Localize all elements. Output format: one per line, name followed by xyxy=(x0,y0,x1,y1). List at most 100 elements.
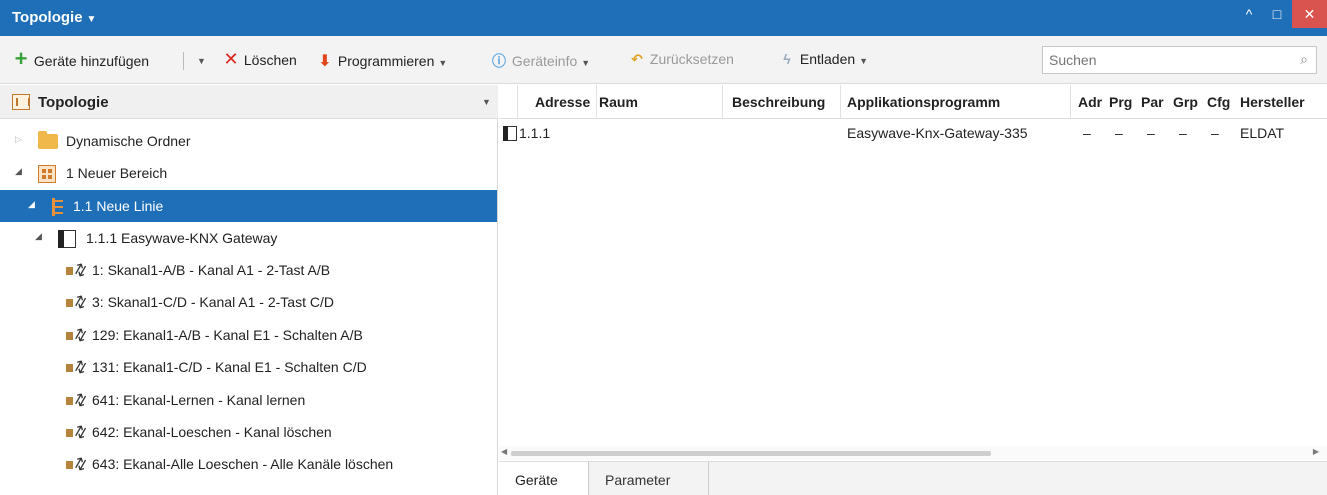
column-header-description[interactable]: Beschreibung xyxy=(732,94,825,110)
panel-title: Topologie xyxy=(12,9,83,26)
delete-x-icon: ✕ xyxy=(223,49,239,69)
column-header-grp[interactable]: Grp xyxy=(1173,94,1198,110)
info-icon: ⓘ xyxy=(492,53,506,69)
cell-address: 1.1.1 xyxy=(519,125,551,141)
tree-item-dynamic-folders[interactable]: ▷ Dynamische Ordner xyxy=(0,125,497,157)
scroll-left-icon[interactable]: ◀ xyxy=(501,447,507,456)
area-icon xyxy=(38,165,56,183)
tree-item-line[interactable]: ◢ 1.1 Neue Linie xyxy=(0,190,497,222)
line-icon xyxy=(52,198,66,216)
topology-panel: Topologie ▼ ▷ Dynamische Ordner ◢ 1 Neue… xyxy=(0,85,498,495)
chevron-down-icon[interactable]: ▼ xyxy=(482,97,491,107)
tree-item-label: 1: Skanal1-A/B - Kanal A1 - 2-Tast A/B xyxy=(92,262,331,278)
collapse-arrow-icon[interactable]: ◢ xyxy=(35,231,42,242)
expand-arrow-icon[interactable]: ▷ xyxy=(15,134,22,145)
reset-label: Zurücksetzen xyxy=(649,51,734,67)
toolbar-divider xyxy=(183,52,184,70)
chevron-down-icon: ▼ xyxy=(859,56,869,66)
maximize-button[interactable]: □ xyxy=(1260,0,1294,28)
tree-item-label: 1.1 Neue Linie xyxy=(73,198,164,214)
title-caret-icon: ▼ xyxy=(86,14,97,25)
cell-cfg: – xyxy=(1211,125,1219,141)
topology-panel-header[interactable]: Topologie ▼ xyxy=(0,85,498,119)
tab-devices[interactable]: Geräte xyxy=(499,462,589,495)
bottom-tabs: Geräte Parameter xyxy=(499,461,1327,495)
chevron-down-icon: ▼ xyxy=(197,56,206,66)
group-object-icon xyxy=(66,327,88,345)
table-row[interactable]: 1.1.1 Easywave-Knx-Gateway-335 – – – – –… xyxy=(499,120,1327,146)
group-object-icon xyxy=(66,359,88,377)
panel-title-dropdown[interactable]: Topologie ▼ xyxy=(12,9,96,26)
horizontal-scrollbar[interactable]: ◀ ▶ xyxy=(499,446,1327,460)
column-header-application[interactable]: Applikationsprogramm xyxy=(847,94,1000,110)
device-icon xyxy=(58,230,76,248)
cell-par: – xyxy=(1147,125,1155,141)
search-box: ⌕ xyxy=(1042,46,1317,74)
tree-item-group-object[interactable]: 3: Skanal1-C/D - Kanal A1 - 2-Tast C/D xyxy=(0,286,497,318)
plus-icon: + xyxy=(14,46,28,71)
cell-prg: – xyxy=(1115,125,1123,141)
close-button[interactable]: ✕ xyxy=(1292,0,1327,28)
tree-item-label: 3: Skanal1-C/D - Kanal A1 - 2-Tast C/D xyxy=(92,294,334,310)
tree-item-group-object[interactable]: 642: Ekanal-Loeschen - Kanal löschen xyxy=(0,416,497,448)
tree-item-device[interactable]: ◢ 1.1.1 Easywave-KNX Gateway xyxy=(0,222,497,254)
tree-item-group-object[interactable]: 131: Ekanal1-C/D - Kanal E1 - Schalten C… xyxy=(0,351,497,383)
toolbar: + Geräte hinzufügen ▼ ✕ Löschen ⬇ Progra… xyxy=(0,36,1327,84)
lightning-icon: ϟ xyxy=(783,51,791,67)
delete-button[interactable]: ✕ Löschen xyxy=(222,49,297,71)
tree-item-group-object[interactable]: 643: Ekanal-Alle Loeschen - Alle Kanäle … xyxy=(0,448,497,480)
column-header-adr[interactable]: Adr xyxy=(1078,94,1102,110)
scroll-right-icon[interactable]: ▶ xyxy=(1313,447,1319,456)
add-devices-button[interactable]: + Geräte hinzufügen xyxy=(12,46,150,71)
column-divider xyxy=(596,85,597,119)
folder-icon xyxy=(38,131,58,149)
grid-header: Adresse Raum Beschreibung Applikationspr… xyxy=(499,85,1327,119)
cell-grp: – xyxy=(1179,125,1187,141)
device-icon xyxy=(503,126,517,141)
group-object-icon xyxy=(66,424,88,442)
group-object-icon xyxy=(66,262,88,280)
scrollbar-thumb[interactable] xyxy=(511,451,991,456)
search-icon[interactable]: ⌕ xyxy=(1300,51,1308,68)
column-header-prg[interactable]: Prg xyxy=(1109,94,1132,110)
cell-adr: – xyxy=(1083,125,1091,141)
cell-manufacturer: ELDAT xyxy=(1240,125,1285,141)
tab-parameters[interactable]: Parameter xyxy=(591,462,709,495)
tree-item-label: 129: Ekanal1-A/B - Kanal E1 - Schalten A… xyxy=(92,327,363,343)
title-bar: Topologie ▼ ^ □ ✕ xyxy=(0,0,1327,36)
tree-item-label: 1.1.1 Easywave-KNX Gateway xyxy=(86,230,278,246)
column-header-address[interactable]: Adresse xyxy=(535,94,590,110)
device-info-label: Geräteinfo xyxy=(511,53,578,69)
collapse-arrow-icon[interactable]: ◢ xyxy=(15,166,22,177)
tree-item-group-object[interactable]: 129: Ekanal1-A/B - Kanal E1 - Schalten A… xyxy=(0,319,497,351)
column-header-par[interactable]: Par xyxy=(1141,94,1164,110)
cell-application: Easywave-Knx-Gateway-335 xyxy=(847,125,1028,141)
add-devices-dropdown[interactable]: ▼ xyxy=(193,51,206,71)
tree-item-area[interactable]: ◢ 1 Neuer Bereich xyxy=(0,157,497,189)
download-arrow-icon: ⬇ xyxy=(318,53,332,70)
column-header-manufacturer[interactable]: Hersteller xyxy=(1240,94,1305,110)
search-input[interactable] xyxy=(1043,47,1283,73)
group-object-icon xyxy=(66,392,88,410)
delete-label: Löschen xyxy=(243,52,297,68)
column-divider xyxy=(722,85,723,119)
program-button[interactable]: ⬇ Programmieren ▼ xyxy=(316,51,447,71)
group-object-icon xyxy=(66,294,88,312)
tree-item-label: Dynamische Ordner xyxy=(66,133,191,149)
column-header-room[interactable]: Raum xyxy=(599,94,638,110)
column-divider xyxy=(517,85,518,119)
tree-item-group-object[interactable]: 1: Skanal1-A/B - Kanal A1 - 2-Tast A/B xyxy=(0,254,497,286)
collapse-arrow-icon[interactable]: ◢ xyxy=(28,199,35,210)
tree-item-label: 643: Ekanal-Alle Loeschen - Alle Kanäle … xyxy=(92,456,394,472)
device-info-button[interactable]: ⓘ Geräteinfo ▼ xyxy=(490,51,590,71)
tree-item-label: 131: Ekanal1-C/D - Kanal E1 - Schalten C… xyxy=(92,359,367,375)
column-header-cfg[interactable]: Cfg xyxy=(1207,94,1230,110)
column-divider xyxy=(840,85,841,119)
tree-item-label: 641: Ekanal-Lernen - Kanal lernen xyxy=(92,392,306,408)
program-label: Programmieren xyxy=(337,53,435,69)
reset-button[interactable]: ↶ Zurücksetzen xyxy=(628,51,734,71)
unload-button[interactable]: ϟ Entladen ▼ xyxy=(778,51,868,71)
column-divider xyxy=(1070,85,1071,119)
tree-item-group-object[interactable]: 641: Ekanal-Lernen - Kanal lernen xyxy=(0,384,497,416)
topology-icon xyxy=(12,94,30,110)
